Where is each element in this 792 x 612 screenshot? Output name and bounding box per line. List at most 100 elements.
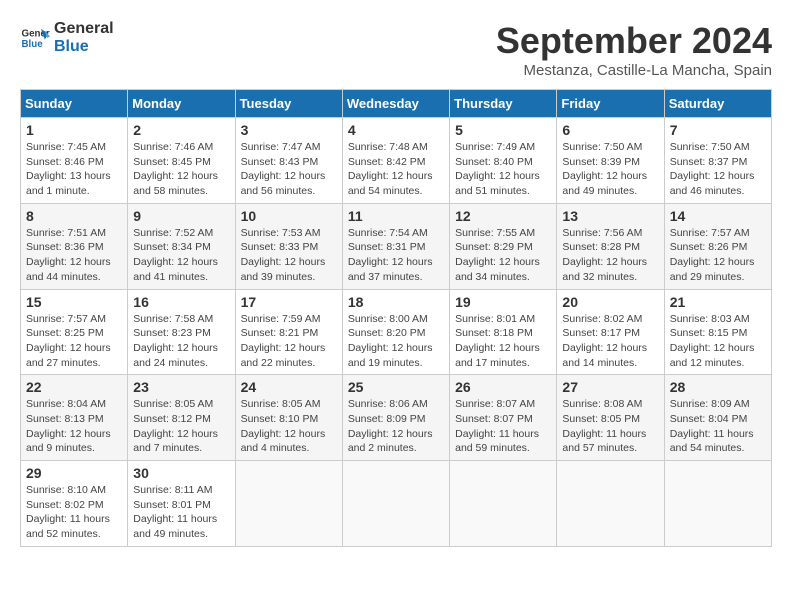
day-number: 24 (241, 379, 337, 395)
col-header-wednesday: Wednesday (342, 90, 449, 118)
day-cell-16: 16Sunrise: 7:58 AMSunset: 8:23 PMDayligh… (128, 289, 235, 375)
day-number: 14 (670, 208, 766, 224)
day-info: Sunrise: 7:57 AMSunset: 8:26 PMDaylight:… (670, 226, 766, 285)
day-info: Sunrise: 8:10 AMSunset: 8:02 PMDaylight:… (26, 483, 122, 542)
day-cell-25: 25 Sunrise: 8:06 AMSunset: 8:09 PMDayligh… (342, 375, 449, 461)
location: Mestanza, Castille-La Mancha, Spain (496, 62, 772, 79)
day-number: 3 (241, 122, 337, 138)
day-info: Sunrise: 8:11 AMSunset: 8:01 PMDaylight:… (133, 483, 229, 542)
day-number: 27 (562, 379, 658, 395)
day-cell-9: 9 Sunrise: 7:52 AMSunset: 8:34 PMDaylight… (128, 203, 235, 289)
day-info: Sunrise: 7:57 AMSunset: 8:25 PMDaylight:… (26, 312, 122, 371)
day-info: Sunrise: 8:01 AMSunset: 8:18 PMDaylight:… (455, 312, 551, 371)
day-cell-3: 3 Sunrise: 7:47 AMSunset: 8:43 PMDaylight… (235, 118, 342, 204)
day-cell-19: 19Sunrise: 8:01 AMSunset: 8:18 PMDayligh… (450, 289, 557, 375)
empty-cell (557, 461, 664, 547)
day-number: 5 (455, 122, 551, 138)
calendar-week-1: 1 Sunrise: 7:45 AMSunset: 8:46 PMDaylight… (21, 118, 772, 204)
day-number: 17 (241, 294, 337, 310)
day-cell-4: 4Sunrise: 7:48 AMSunset: 8:42 PMDaylight… (342, 118, 449, 204)
col-header-monday: Monday (128, 90, 235, 118)
day-number: 29 (26, 465, 122, 481)
day-number: 21 (670, 294, 766, 310)
empty-cell (450, 461, 557, 547)
day-info: Sunrise: 7:50 AMSunset: 8:37 PMDaylight:… (670, 140, 766, 199)
day-info: Sunrise: 8:09 AMSunset: 8:04 PMDaylight:… (670, 397, 766, 456)
day-number: 6 (562, 122, 658, 138)
col-header-thursday: Thursday (450, 90, 557, 118)
day-cell-26: 26 Sunrise: 8:07 AMSunset: 8:07 PMDayligh… (450, 375, 557, 461)
page-header: General Blue General Blue September 2024… (20, 20, 772, 79)
day-cell-29: 29 Sunrise: 8:10 AMSunset: 8:02 PMDayligh… (21, 461, 128, 547)
day-info: Sunrise: 7:47 AMSunset: 8:43 PMDaylight:… (241, 140, 337, 199)
day-number: 7 (670, 122, 766, 138)
month-title: September 2024 (496, 20, 772, 62)
day-info: Sunrise: 7:55 AMSunset: 8:29 PMDaylight:… (455, 226, 551, 285)
day-cell-20: 20Sunrise: 8:02 AMSunset: 8:17 PMDayligh… (557, 289, 664, 375)
calendar-week-3: 15 Sunrise: 7:57 AMSunset: 8:25 PMDayligh… (21, 289, 772, 375)
day-cell-24: 24 Sunrise: 8:05 AMSunset: 8:10 PMDayligh… (235, 375, 342, 461)
svg-text:Blue: Blue (22, 39, 44, 50)
day-info: Sunrise: 7:59 AMSunset: 8:21 PMDaylight:… (241, 312, 337, 371)
day-cell-27: 27 Sunrise: 8:08 AMSunset: 8:05 PMDayligh… (557, 375, 664, 461)
day-number: 9 (133, 208, 229, 224)
calendar-week-5: 29 Sunrise: 8:10 AMSunset: 8:02 PMDayligh… (21, 461, 772, 547)
day-number: 11 (348, 208, 444, 224)
empty-cell (664, 461, 771, 547)
day-cell-30: 30 Sunrise: 8:11 AMSunset: 8:01 PMDayligh… (128, 461, 235, 547)
calendar-table: SundayMondayTuesdayWednesdayThursdayFrid… (20, 89, 772, 547)
day-number: 1 (26, 122, 122, 138)
day-cell-23: 23Sunrise: 8:05 AMSunset: 8:12 PMDayligh… (128, 375, 235, 461)
day-info: Sunrise: 7:50 AMSunset: 8:39 PMDaylight:… (562, 140, 658, 199)
day-number: 30 (133, 465, 229, 481)
day-number: 2 (133, 122, 229, 138)
day-cell-21: 21Sunrise: 8:03 AMSunset: 8:15 PMDayligh… (664, 289, 771, 375)
calendar-week-2: 8 Sunrise: 7:51 AMSunset: 8:36 PMDaylight… (21, 203, 772, 289)
col-header-sunday: Sunday (21, 90, 128, 118)
day-cell-2: 2 Sunrise: 7:46 AMSunset: 8:45 PMDaylight… (128, 118, 235, 204)
day-number: 10 (241, 208, 337, 224)
day-info: Sunrise: 8:04 AMSunset: 8:13 PMDaylight:… (26, 397, 122, 456)
day-number: 28 (670, 379, 766, 395)
day-number: 20 (562, 294, 658, 310)
day-info: Sunrise: 7:52 AMSunset: 8:34 PMDaylight:… (133, 226, 229, 285)
day-number: 23 (133, 379, 229, 395)
day-cell-7: 7 Sunrise: 7:50 AMSunset: 8:37 PMDaylight… (664, 118, 771, 204)
day-number: 13 (562, 208, 658, 224)
logo: General Blue General Blue (20, 20, 114, 56)
day-number: 18 (348, 294, 444, 310)
day-cell-5: 5 Sunrise: 7:49 AMSunset: 8:40 PMDaylight… (450, 118, 557, 204)
col-header-tuesday: Tuesday (235, 90, 342, 118)
logo-general: General (54, 20, 114, 38)
day-cell-22: 22 Sunrise: 8:04 AMSunset: 8:13 PMDayligh… (21, 375, 128, 461)
day-info: Sunrise: 7:54 AMSunset: 8:31 PMDaylight:… (348, 226, 444, 285)
day-info: Sunrise: 7:51 AMSunset: 8:36 PMDaylight:… (26, 226, 122, 285)
logo-icon: General Blue (20, 23, 50, 53)
day-info: Sunrise: 8:05 AMSunset: 8:10 PMDaylight:… (241, 397, 337, 456)
day-number: 16 (133, 294, 229, 310)
calendar-week-4: 22 Sunrise: 8:04 AMSunset: 8:13 PMDayligh… (21, 375, 772, 461)
day-info: Sunrise: 7:53 AMSunset: 8:33 PMDaylight:… (241, 226, 337, 285)
empty-cell (342, 461, 449, 547)
day-info: Sunrise: 7:46 AMSunset: 8:45 PMDaylight:… (133, 140, 229, 199)
day-info: Sunrise: 8:07 AMSunset: 8:07 PMDaylight:… (455, 397, 551, 456)
day-number: 12 (455, 208, 551, 224)
day-info: Sunrise: 8:06 AMSunset: 8:09 PMDaylight:… (348, 397, 444, 456)
day-number: 8 (26, 208, 122, 224)
day-number: 22 (26, 379, 122, 395)
day-number: 4 (348, 122, 444, 138)
day-cell-11: 11 Sunrise: 7:54 AMSunset: 8:31 PMDayligh… (342, 203, 449, 289)
day-cell-17: 17 Sunrise: 7:59 AMSunset: 8:21 PMDayligh… (235, 289, 342, 375)
day-info: Sunrise: 8:00 AMSunset: 8:20 PMDaylight:… (348, 312, 444, 371)
day-info: Sunrise: 7:49 AMSunset: 8:40 PMDaylight:… (455, 140, 551, 199)
empty-cell (235, 461, 342, 547)
col-header-saturday: Saturday (664, 90, 771, 118)
day-cell-28: 28 Sunrise: 8:09 AMSunset: 8:04 PMDayligh… (664, 375, 771, 461)
day-info: Sunrise: 7:45 AMSunset: 8:46 PMDaylight:… (26, 140, 122, 199)
day-cell-8: 8 Sunrise: 7:51 AMSunset: 8:36 PMDaylight… (21, 203, 128, 289)
day-info: Sunrise: 8:08 AMSunset: 8:05 PMDaylight:… (562, 397, 658, 456)
day-number: 15 (26, 294, 122, 310)
day-cell-18: 18 Sunrise: 8:00 AMSunset: 8:20 PMDayligh… (342, 289, 449, 375)
day-number: 25 (348, 379, 444, 395)
day-number: 26 (455, 379, 551, 395)
